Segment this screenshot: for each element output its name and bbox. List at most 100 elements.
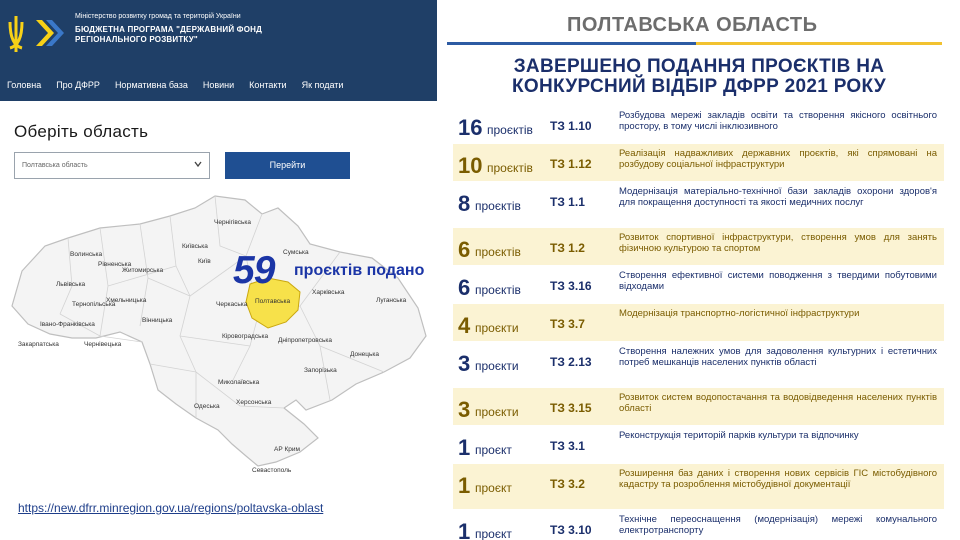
project-unit: проєкти [475, 359, 519, 373]
project-count: 6 [458, 237, 471, 262]
region-label: Житомирська [122, 267, 163, 274]
nav-how-to-apply[interactable]: Як подати [302, 80, 344, 94]
project-row: 3 проєкти ТЗ 3.15 Розвиток систем водопоста… [453, 388, 944, 425]
task-code: ТЗ 3.16 [550, 279, 592, 293]
infographic-title: ЗАВЕРШЕНО ПОДАННЯ ПРОЄКТІВ НА КОНКУРСНИЙ… [511, 56, 886, 97]
region-label: Київ [198, 258, 211, 265]
nav-about[interactable]: Про ДФРР [56, 80, 100, 94]
task-description: Модернізація матеріально-технічної бази … [619, 186, 937, 208]
task-description: Створення належних умов для задоволення … [619, 346, 937, 368]
project-count: 6 [458, 275, 471, 300]
region-label: Запорізька [304, 366, 337, 374]
region-label: Миколаївська [218, 379, 260, 386]
project-row: 1 проєкт ТЗ 3.10 Технічне переоснащення (мо… [453, 510, 944, 540]
region-label: Тернопільська [72, 300, 116, 308]
region-label: Київська [182, 243, 208, 250]
region-label: Черкаська [216, 301, 248, 308]
region-label: Волинська [70, 251, 102, 258]
project-count: 4 [458, 313, 471, 338]
project-unit: проєкт [475, 443, 512, 457]
region-label: АР Крим [274, 446, 301, 453]
ukraine-map: Чернігівська Волинська Рівненська Житоми… [11, 195, 427, 474]
task-description: Реалізація надважливих державних проєкті… [619, 148, 937, 170]
project-count: 10 [458, 153, 483, 178]
region-label: Чернігівська [214, 218, 251, 226]
nav-news[interactable]: Новини [203, 80, 234, 94]
submitted-count-label: проєктів подано [294, 262, 425, 279]
region-label: Львівська [56, 280, 86, 288]
task-code: ТЗ 3.10 [550, 523, 592, 537]
project-row: 6 проєктів ТЗ 3.16 Створення ефективної сис… [453, 266, 944, 303]
nav-home[interactable]: Головна [7, 80, 41, 94]
project-count: 3 [458, 397, 471, 422]
project-unit: проєктів [475, 199, 521, 213]
task-description: Розбудова мережі закладів освіти та ство… [619, 110, 937, 132]
project-count: 1 [458, 519, 471, 540]
region-label: Харківська [312, 288, 345, 296]
project-unit: проєкт [475, 481, 512, 495]
region-title: ПОЛТАВСЬКА ОБЛАСТЬ [567, 14, 818, 36]
ministry-name: Міністерство розвитку громад та територі… [75, 13, 241, 20]
region-label: Кіровоградська [222, 332, 268, 340]
task-code: ТЗ 3.2 [550, 477, 585, 491]
region-label: Сумська [283, 249, 309, 256]
project-unit: проєктів [487, 161, 533, 175]
task-description: Створення ефективної системи поводження … [619, 270, 937, 292]
project-row: 8 проєктів ТЗ 1.1 Модернізація матеріально-… [453, 182, 944, 227]
project-count: 16 [458, 115, 483, 140]
project-unit: проєктів [475, 283, 521, 297]
ukraine-trident-logo-icon[interactable] [6, 12, 66, 54]
region-label: Вінницька [142, 316, 173, 324]
project-row: 3 проєкти ТЗ 2.13 Створення належних умов д… [453, 342, 944, 387]
project-count: 3 [458, 351, 471, 376]
region-label: Севастополь [252, 467, 292, 474]
submitted-count: 59 [233, 249, 275, 292]
task-description: Модернізація транспортно-логістичної інф… [619, 308, 860, 319]
project-row: 16 проєктів ТЗ 1.10 Розбудова мережі заклад… [453, 106, 944, 143]
project-row: 1 проєкт ТЗ 3.1 Реконструкція територій пар… [453, 426, 944, 463]
region-label: Чернівецька [84, 340, 122, 348]
program-title: Бюджетна програма "Державний фонд регіон… [75, 25, 263, 44]
go-button[interactable]: Перейти [225, 152, 350, 179]
chevron-down-icon [194, 161, 202, 168]
divider-gold [696, 42, 942, 45]
project-unit: проєкти [475, 321, 519, 335]
project-row: 1 проєкт ТЗ 3.2 Розширення баз даних і ство… [453, 464, 944, 509]
task-code: ТЗ 1.10 [550, 119, 592, 133]
region-label: Донецька [350, 351, 379, 358]
project-count: 1 [458, 435, 471, 460]
task-code: ТЗ 3.7 [550, 317, 585, 331]
task-code: ТЗ 2.13 [550, 355, 592, 369]
nav-contacts[interactable]: Контакти [249, 80, 286, 94]
site-header: Міністерство розвитку громад та територі… [0, 0, 437, 101]
region-select[interactable]: Полтавська область [14, 152, 210, 179]
region-page-link[interactable]: https://new.dfrr.minregion.gov.ua/region… [18, 501, 323, 515]
task-description: Технічне переоснащення (модернізація) ме… [619, 514, 937, 536]
project-count: 8 [458, 191, 471, 216]
select-region-heading: Оберіть область [14, 122, 149, 141]
project-unit: проєкт [475, 527, 512, 540]
region-label: Луганська [376, 297, 407, 304]
region-label: Закарпатська [18, 341, 59, 348]
project-unit: проєкти [475, 405, 519, 419]
nav-regulations[interactable]: Нормативна база [115, 80, 188, 94]
project-unit: проєктів [475, 245, 521, 259]
project-count: 1 [458, 473, 471, 498]
region-label: Одеська [194, 403, 220, 410]
task-code: ТЗ 3.15 [550, 401, 592, 415]
task-description: Розвиток спортивної інфраструктури, ство… [619, 232, 937, 254]
project-row: 10 проєктів ТЗ 1.12 Реалізація надважливих … [453, 144, 944, 181]
project-row: 6 проєктів ТЗ 1.2 Розвиток спортивної інфра… [453, 228, 944, 265]
task-description: Розширення баз даних і створення нових с… [619, 468, 937, 490]
task-code: ТЗ 1.2 [550, 241, 585, 255]
main-nav: Головна Про ДФРР Нормативна база Новини … [0, 80, 351, 94]
task-description: Розвиток систем водопостачання та водові… [619, 392, 937, 414]
region-label: Івано-Франківська [40, 320, 95, 328]
project-list: 16 проєктів ТЗ 1.10 Розбудова мережі заклад… [453, 106, 944, 540]
task-code: ТЗ 1.1 [550, 195, 585, 209]
region-label: Херсонська [236, 399, 272, 406]
region-select-value: Полтавська область [22, 162, 88, 169]
region-label: Полтавська [255, 298, 290, 305]
project-unit: проєктів [487, 123, 533, 137]
region-label: Дніпропетровська [278, 336, 332, 344]
